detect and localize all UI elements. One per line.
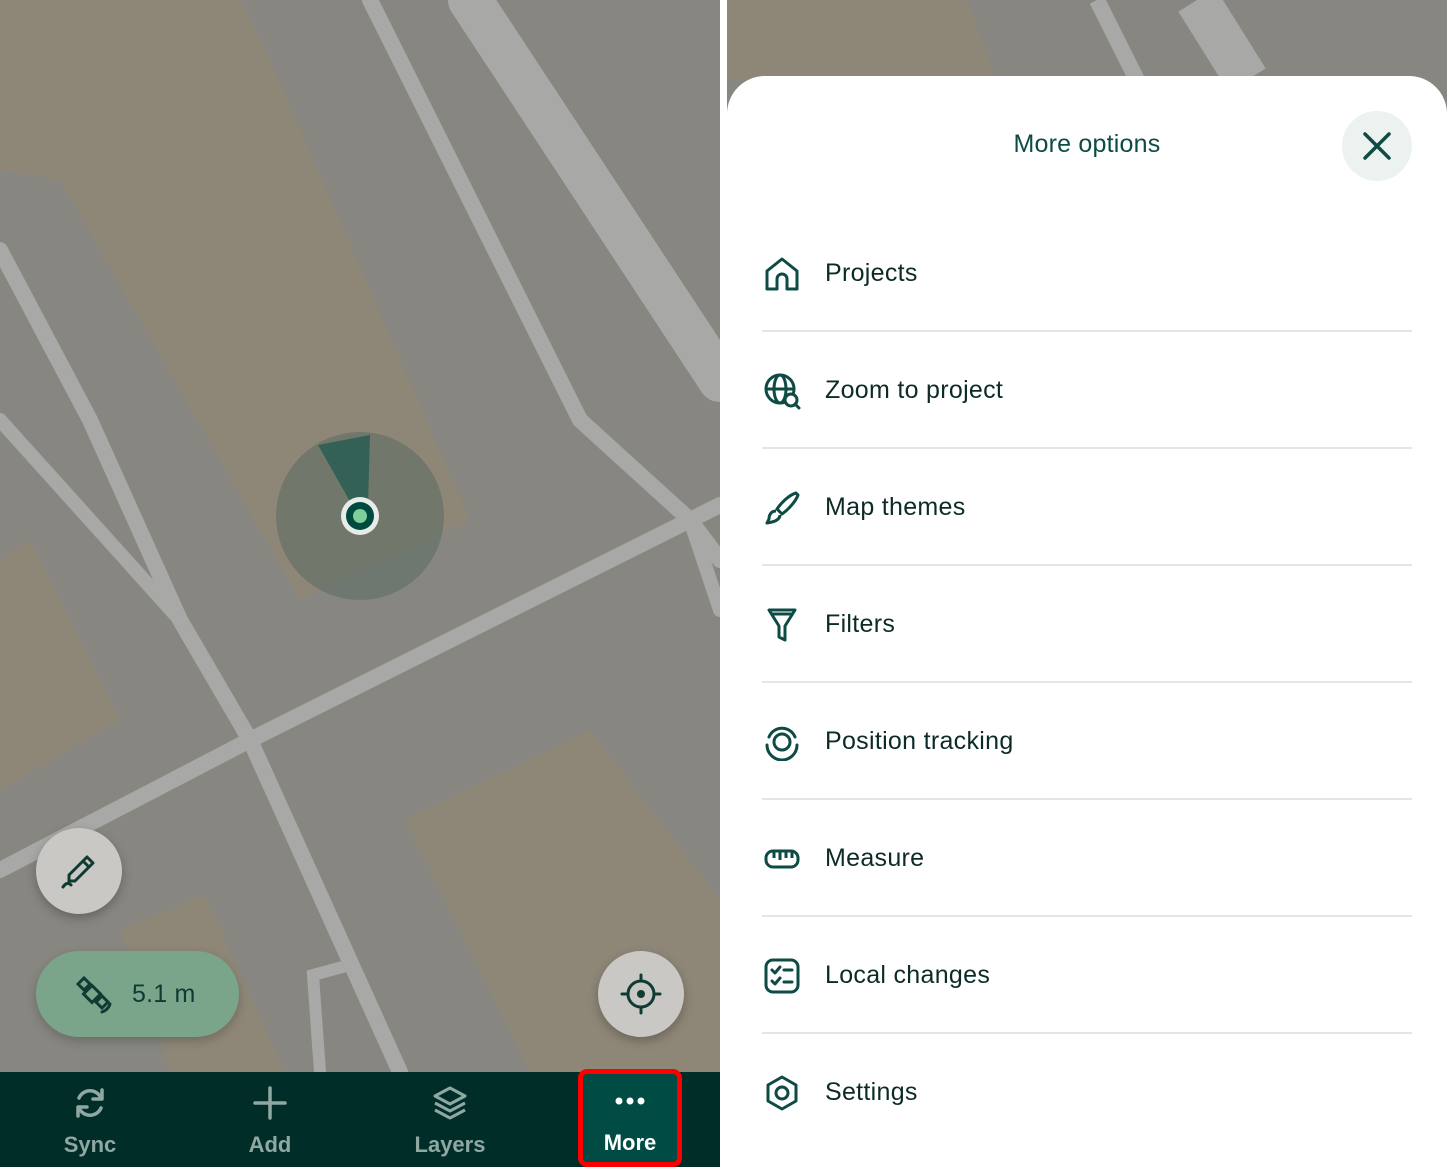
position-marker xyxy=(353,509,367,523)
more-dots-icon xyxy=(615,1097,645,1105)
close-icon xyxy=(1363,132,1391,160)
menu-item-measure[interactable]: Measure xyxy=(762,800,1412,917)
edit-geometry-button[interactable] xyxy=(36,828,122,914)
menu-item-label: Filters xyxy=(825,610,896,638)
more-options-screen: More options Projects Zoom to project Ma… xyxy=(727,0,1447,1167)
menu-item-label: Zoom to project xyxy=(825,376,1004,404)
menu-item-label: Settings xyxy=(825,1078,918,1106)
home-icon xyxy=(765,257,799,291)
plus-icon xyxy=(253,1086,287,1120)
gear-icon xyxy=(766,1075,798,1111)
crosshair-icon xyxy=(620,973,662,1015)
menu-item-label: Projects xyxy=(825,259,918,287)
position-tracking-icon xyxy=(765,726,799,761)
map-screen: 5.1 m Sync Add Layers More xyxy=(0,0,720,1167)
menu-item-filters[interactable]: Filters xyxy=(762,566,1412,683)
gps-accuracy-button[interactable]: 5.1 m xyxy=(36,951,239,1037)
nav-more-label: More xyxy=(603,1130,657,1155)
layers-icon xyxy=(433,1086,467,1120)
more-options-sheet: More options Projects Zoom to project Ma… xyxy=(727,76,1447,1167)
sync-icon xyxy=(76,1088,104,1118)
center-on-position-button[interactable] xyxy=(598,951,684,1037)
filter-icon xyxy=(767,608,797,642)
nav-layers[interactable]: Layers xyxy=(360,1072,540,1167)
menu-item-local-changes[interactable]: Local changes xyxy=(762,917,1412,1034)
screen-divider xyxy=(720,0,727,1167)
sheet-title: More options xyxy=(1013,130,1161,158)
menu-item-position-tracking[interactable]: Position tracking xyxy=(762,683,1412,800)
menu-item-label: Map themes xyxy=(825,493,966,521)
nav-more[interactable]: More xyxy=(578,1069,682,1167)
ruler-icon xyxy=(764,849,800,869)
nav-add-label: Add xyxy=(248,1132,292,1157)
nav-sync[interactable]: Sync xyxy=(0,1072,180,1167)
nav-add[interactable]: Add xyxy=(180,1072,360,1167)
nav-layers-label: Layers xyxy=(414,1132,486,1157)
menu-item-label: Position tracking xyxy=(825,727,1014,755)
menu-item-label: Local changes xyxy=(825,961,991,989)
close-button[interactable] xyxy=(1342,111,1412,181)
menu-item-zoom-to-project[interactable]: Zoom to project xyxy=(762,332,1412,449)
satellite-icon xyxy=(75,975,112,1014)
menu-item-settings[interactable]: Settings xyxy=(762,1034,1412,1151)
nav-sync-label: Sync xyxy=(63,1132,117,1157)
pencil-icon xyxy=(61,855,95,889)
gps-accuracy-value: 5.1 m xyxy=(132,979,196,1008)
menu-item-map-themes[interactable]: Map themes xyxy=(762,449,1412,566)
brush-icon xyxy=(765,491,800,525)
menu-item-projects[interactable]: Projects xyxy=(762,215,1412,332)
globe-search-icon xyxy=(764,373,801,410)
checklist-icon xyxy=(764,958,800,994)
menu-item-label: Measure xyxy=(825,844,925,872)
